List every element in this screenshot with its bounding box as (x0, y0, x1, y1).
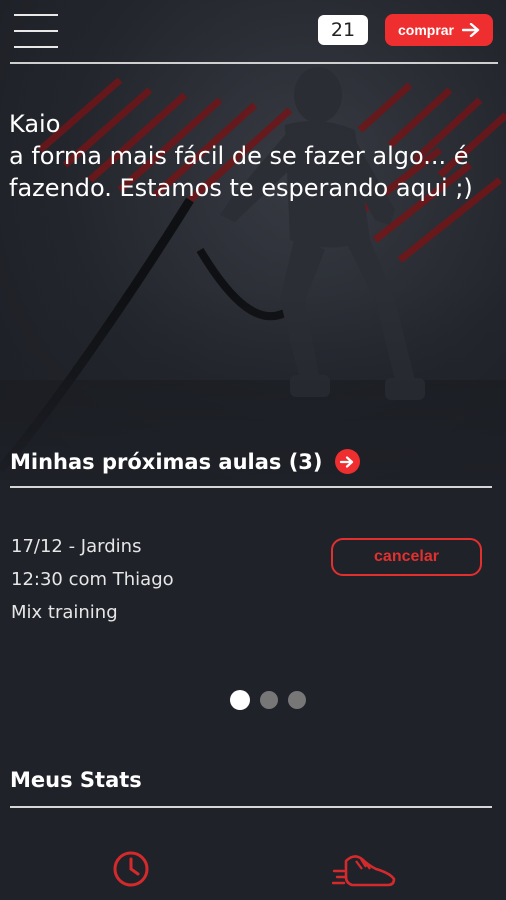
class-time-instructor: 12:30 com Thiago (11, 569, 174, 590)
carousel-dot-3[interactable] (288, 691, 306, 709)
carousel-dot-2[interactable] (260, 691, 278, 709)
hero-overlay (0, 0, 506, 480)
stats-title: Meus Stats (10, 768, 142, 792)
stats-icons-row (0, 845, 506, 900)
next-classes-header: Minhas próximas aulas (3) (10, 449, 360, 474)
hamburger-menu-icon[interactable] (14, 14, 58, 50)
class-name: Mix training (11, 602, 118, 623)
next-classes-title: Minhas próximas aulas (3) (10, 449, 323, 474)
top-divider (10, 62, 498, 64)
running-shoe-icon[interactable] (332, 849, 398, 891)
top-bar: 21 comprar (0, 0, 506, 66)
next-classes-arrow-icon[interactable] (334, 449, 360, 474)
buy-button-label: comprar (397, 22, 455, 38)
arrow-right-icon (462, 23, 480, 37)
carousel-dot-1[interactable] (230, 690, 250, 710)
hero-banner (0, 0, 506, 480)
clock-icon[interactable] (112, 850, 150, 888)
user-name: Kaio (9, 110, 61, 138)
stats-divider (10, 806, 492, 808)
greeting-text: Kaio a forma mais fácil de se fazer algo… (9, 108, 499, 204)
class-date-location: 17/12 - Jardins (11, 536, 142, 557)
buy-button[interactable]: comprar (385, 14, 493, 46)
cancel-class-button[interactable]: cancelar (331, 538, 482, 576)
motivational-message: a forma mais fácil de se fazer algo... é… (9, 142, 473, 202)
carousel-pagination (230, 690, 306, 710)
next-classes-divider (10, 486, 492, 488)
credits-badge: 21 (318, 15, 368, 45)
